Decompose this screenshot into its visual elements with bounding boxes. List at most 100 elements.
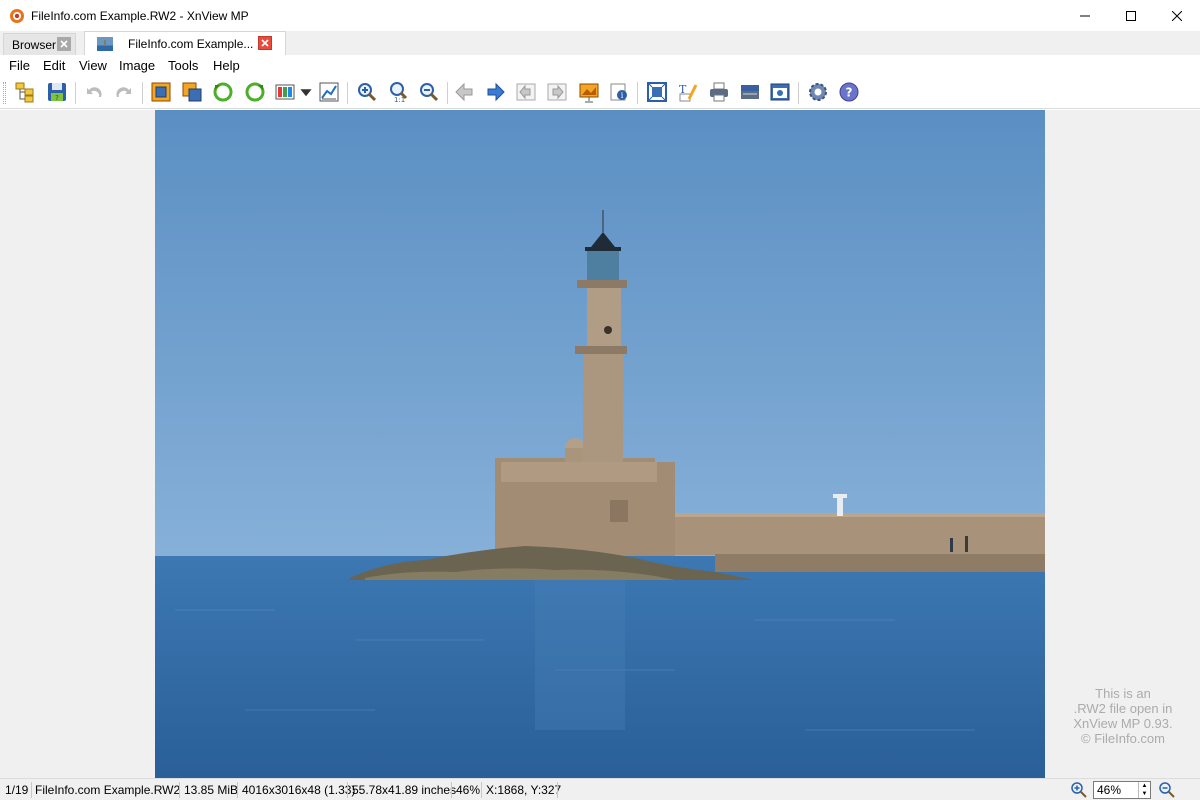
crop-button[interactable] bbox=[149, 80, 173, 104]
scan-button[interactable] bbox=[738, 80, 762, 104]
levels-icon bbox=[319, 82, 339, 102]
zoom-out-button[interactable] bbox=[1158, 781, 1176, 799]
watermark-line: XnView MP 0.93. bbox=[1073, 716, 1173, 731]
lighthouse-harbor-image bbox=[155, 110, 1045, 778]
save-button[interactable]: ? bbox=[45, 80, 69, 104]
tab-bar: Browser FileInfo.com Example... bbox=[0, 31, 1200, 55]
save-icon: ? bbox=[48, 83, 66, 102]
image-index: 1/19 bbox=[5, 783, 29, 797]
status-filename: FileInfo.com Example.RW2 bbox=[35, 783, 181, 797]
edit-text-button[interactable]: T bbox=[676, 80, 700, 104]
menu-help[interactable]: Help bbox=[213, 58, 240, 73]
status-separator bbox=[347, 782, 348, 798]
status-separator bbox=[557, 782, 558, 798]
title-bar: FileInfo.com Example.RW2 - XnView MP bbox=[0, 0, 1200, 31]
slideshow-button[interactable] bbox=[577, 80, 601, 104]
lighthouse-photo[interactable] bbox=[155, 110, 1045, 778]
levels-button[interactable] bbox=[317, 80, 341, 104]
maximize-icon bbox=[1126, 10, 1136, 21]
zoom-spinner[interactable]: ▲ ▼ bbox=[1138, 782, 1150, 798]
edit-text-icon: T bbox=[679, 83, 698, 102]
close-window-button[interactable] bbox=[1154, 0, 1200, 31]
minimize-button[interactable] bbox=[1062, 0, 1108, 31]
status-separator bbox=[451, 782, 452, 798]
toolbar-grip[interactable] bbox=[3, 82, 6, 104]
watermark-line: .RW2 file open in bbox=[1073, 701, 1173, 716]
first-icon bbox=[516, 83, 536, 101]
minimize-icon bbox=[1080, 15, 1090, 16]
menu-view[interactable]: View bbox=[79, 58, 107, 73]
crop-icon bbox=[151, 82, 171, 102]
toolbar: ? 1:1 i T ? bbox=[0, 76, 1200, 109]
toolbar-separator bbox=[798, 82, 799, 104]
browser-icon bbox=[15, 82, 34, 103]
fit-window-button[interactable] bbox=[645, 80, 669, 104]
undo-icon bbox=[87, 87, 102, 97]
help-button[interactable]: ? bbox=[837, 80, 861, 104]
close-tab-icon[interactable] bbox=[57, 37, 71, 51]
watermark-line: © FileInfo.com bbox=[1081, 731, 1165, 746]
image-thumbnail-icon bbox=[97, 36, 113, 51]
capture-icon bbox=[770, 83, 790, 101]
tab-browser[interactable]: Browser bbox=[3, 33, 76, 55]
zoom-input[interactable]: 46% ▲ ▼ bbox=[1093, 781, 1151, 799]
dropdown-arrow-icon bbox=[300, 89, 312, 97]
undo-button[interactable] bbox=[82, 80, 106, 104]
close-tab-icon[interactable] bbox=[258, 36, 272, 50]
rotate-right-icon bbox=[245, 82, 265, 102]
info-button[interactable]: i bbox=[607, 80, 631, 104]
menu-edit[interactable]: Edit bbox=[43, 58, 65, 73]
info-icon: i bbox=[610, 83, 627, 101]
toolbar-separator bbox=[142, 82, 143, 104]
rotate-left-icon bbox=[213, 82, 233, 102]
zoom-in-button[interactable] bbox=[355, 80, 379, 104]
zoom-out-button[interactable] bbox=[417, 80, 441, 104]
zoom-out-icon bbox=[1159, 782, 1175, 798]
capture-button[interactable] bbox=[768, 80, 792, 104]
svg-text:?: ? bbox=[55, 94, 59, 102]
tab-file[interactable]: FileInfo.com Example... bbox=[84, 31, 286, 55]
redo-icon bbox=[116, 87, 131, 97]
status-bar: 1/19 FileInfo.com Example.RW2 13.85 MiB … bbox=[0, 778, 1200, 800]
menu-tools[interactable]: Tools bbox=[168, 58, 198, 73]
resize-button[interactable] bbox=[180, 80, 204, 104]
status-print-size: 55.78x41.89 inches bbox=[352, 783, 457, 797]
color-adjust-button[interactable] bbox=[273, 80, 297, 104]
redo-button[interactable] bbox=[112, 80, 136, 104]
zoom-actual-size-button[interactable]: 1:1 bbox=[386, 80, 410, 104]
resize-icon bbox=[182, 82, 202, 102]
next-button[interactable] bbox=[483, 80, 507, 104]
menu-image[interactable]: Image bbox=[119, 58, 155, 73]
toolbar-separator bbox=[347, 82, 348, 104]
settings-icon bbox=[809, 83, 827, 101]
status-separator bbox=[237, 782, 238, 798]
scan-icon bbox=[741, 85, 759, 99]
status-separator bbox=[179, 782, 180, 798]
rotate-left-button[interactable] bbox=[211, 80, 235, 104]
svg-text:1:1: 1:1 bbox=[394, 96, 405, 103]
previous-button[interactable] bbox=[453, 80, 477, 104]
tab-label: FileInfo.com Example... bbox=[128, 36, 254, 51]
previous-icon bbox=[455, 82, 473, 102]
zoom-in-button[interactable] bbox=[1070, 781, 1088, 799]
toolbar-separator bbox=[637, 82, 638, 104]
window-title: FileInfo.com Example.RW2 - XnView MP bbox=[31, 8, 249, 23]
print-button[interactable] bbox=[707, 80, 731, 104]
zoom-actual-size-icon: 1:1 bbox=[390, 82, 408, 103]
menu-file[interactable]: File bbox=[9, 58, 30, 73]
color-adjust-icon bbox=[275, 84, 295, 100]
image-viewer[interactable]: This is an .RW2 file open in XnView MP 0… bbox=[0, 110, 1200, 778]
menu-bar: File Edit View Image Tools Help bbox=[0, 55, 1200, 76]
svg-text:?: ? bbox=[846, 86, 853, 100]
maximize-button[interactable] bbox=[1108, 0, 1154, 31]
toolbar-separator bbox=[447, 82, 448, 104]
color-adjust-dropdown[interactable] bbox=[299, 80, 313, 104]
browser-button[interactable] bbox=[13, 80, 37, 104]
settings-button[interactable] bbox=[806, 80, 830, 104]
status-separator bbox=[31, 782, 32, 798]
status-separator bbox=[481, 782, 482, 798]
rotate-right-button[interactable] bbox=[243, 80, 267, 104]
first-button[interactable] bbox=[514, 80, 538, 104]
fileinfo-watermark: This is an .RW2 file open in XnView MP 0… bbox=[1060, 686, 1186, 746]
last-button[interactable] bbox=[545, 80, 569, 104]
